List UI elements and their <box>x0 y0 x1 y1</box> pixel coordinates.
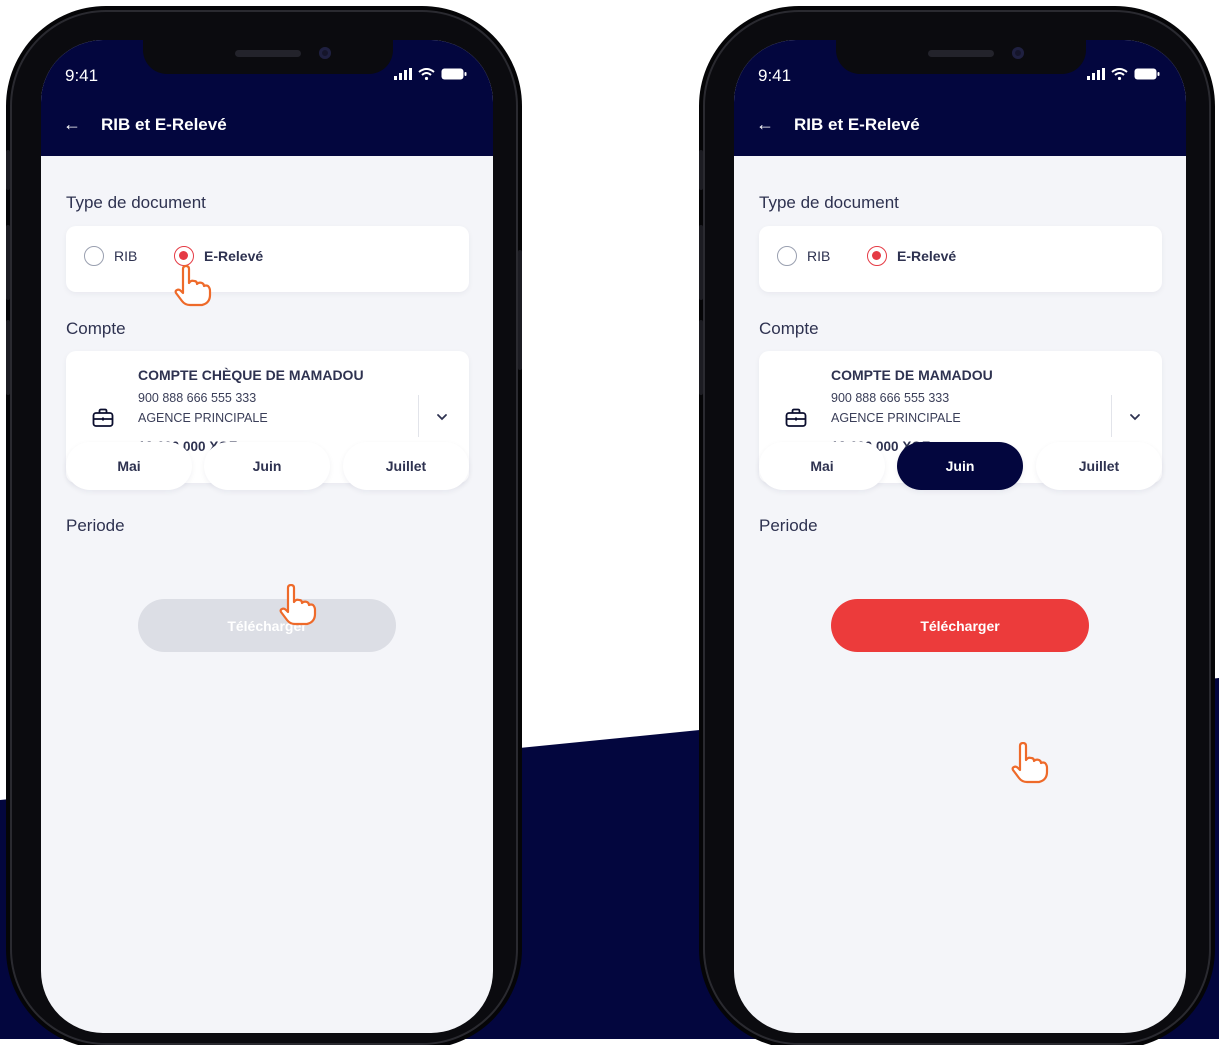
title-row: ← RIB et E-Relevé <box>63 114 227 135</box>
account-name: COMPTE DE MAMADOU <box>831 367 993 383</box>
notch <box>143 40 393 74</box>
period-button-juillet[interactable]: Juillet <box>343 442 469 490</box>
radio-circle-icon[interactable] <box>84 246 104 266</box>
radio-e-releve[interactable]: E-Relevé <box>174 246 263 266</box>
wifi-icon <box>1111 68 1128 80</box>
download-button[interactable]: Télécharger <box>138 599 396 652</box>
mute-switch <box>6 150 10 190</box>
screen: 9:41 ← RIB et E-Relevé Type de document … <box>734 40 1186 1033</box>
account-details: COMPTE DE MAMADOU 900 888 666 555 333 AG… <box>831 367 993 454</box>
download-button[interactable]: Télécharger <box>831 599 1089 652</box>
speaker-grille <box>235 50 301 57</box>
account-agency: AGENCE PRINCIPALE <box>138 411 268 425</box>
radio-e-releve[interactable]: E-Relevé <box>867 246 956 266</box>
briefcase-icon <box>785 408 807 427</box>
chevron-down-icon[interactable] <box>434 409 450 425</box>
wifi-icon <box>418 68 435 80</box>
account-number: 900 888 666 555 333 <box>138 391 257 405</box>
pointer-hand-icon <box>1011 742 1049 784</box>
period-button-juin[interactable]: Juin <box>204 442 330 490</box>
pointer-hand-icon <box>174 265 212 307</box>
radio-circle-icon[interactable] <box>777 246 797 266</box>
divider <box>1111 395 1112 437</box>
radio-rib[interactable]: RIB <box>84 246 137 266</box>
radio-label: RIB <box>114 248 138 264</box>
title-row: ← RIB et E-Relevé <box>756 114 920 135</box>
volume-down-button <box>6 320 10 395</box>
page-title: RIB et E-Relevé <box>794 114 920 134</box>
arrow-left-icon[interactable]: ← <box>63 114 81 135</box>
divider <box>418 395 419 437</box>
front-camera <box>1012 47 1024 59</box>
period-label: Periode <box>759 516 818 535</box>
doc-type-card: RIB E-Relevé <box>759 226 1162 292</box>
account-agency: AGENCE PRINCIPALE <box>831 411 961 425</box>
account-details: COMPTE CHÈQUE DE MAMADOU 900 888 666 555… <box>138 367 364 454</box>
period-button-mai[interactable]: Mai <box>66 442 192 490</box>
account-number: 900 888 666 555 333 <box>831 391 950 405</box>
period-button-juillet[interactable]: Juillet <box>1036 442 1162 490</box>
period-button-mai[interactable]: Mai <box>759 442 885 490</box>
volume-up-button <box>6 225 10 300</box>
period-label: Periode <box>66 516 125 535</box>
arrow-left-icon[interactable]: ← <box>756 114 774 135</box>
radio-label: E-Relevé <box>897 248 957 264</box>
chevron-down-icon[interactable] <box>1127 409 1143 425</box>
power-button <box>518 250 522 370</box>
battery-icon <box>1134 68 1160 80</box>
period-button-juin[interactable]: Juin <box>897 442 1023 490</box>
doc-type-label: Type de document <box>66 193 206 212</box>
radio-rib[interactable]: RIB <box>777 246 830 266</box>
radio-label: E-Relevé <box>204 248 264 264</box>
volume-down-button <box>699 320 703 395</box>
status-time: 9:41 <box>758 66 792 85</box>
volume-up-button <box>699 225 703 300</box>
account-name: COMPTE CHÈQUE DE MAMADOU <box>138 367 364 383</box>
phone-left: 9:41 ← RIB et E-Relevé Type de document … <box>6 10 522 1045</box>
notch <box>836 40 1086 74</box>
briefcase-icon <box>92 408 114 427</box>
status-icons <box>394 68 467 80</box>
page-title: RIB et E-Relevé <box>101 114 227 134</box>
phone-right: 9:41 ← RIB et E-Relevé Type de document … <box>699 10 1211 1045</box>
radio-selected-icon[interactable] <box>867 246 887 266</box>
screen: 9:41 ← RIB et E-Relevé Type de document … <box>41 40 493 1033</box>
radio-label: RIB <box>807 248 831 264</box>
account-label: Compte <box>759 319 819 338</box>
mute-switch <box>699 150 703 190</box>
doc-type-label: Type de document <box>759 193 899 212</box>
radio-selected-icon[interactable] <box>174 246 194 266</box>
status-time: 9:41 <box>65 66 99 85</box>
signal-icon <box>1087 68 1105 80</box>
doc-type-card: RIB E-Relevé <box>66 226 469 292</box>
speaker-grille <box>928 50 994 57</box>
account-label: Compte <box>66 319 126 338</box>
battery-icon <box>441 68 467 80</box>
signal-icon <box>394 68 412 80</box>
pointer-hand-icon <box>279 584 317 626</box>
status-icons <box>1087 68 1160 80</box>
front-camera <box>319 47 331 59</box>
